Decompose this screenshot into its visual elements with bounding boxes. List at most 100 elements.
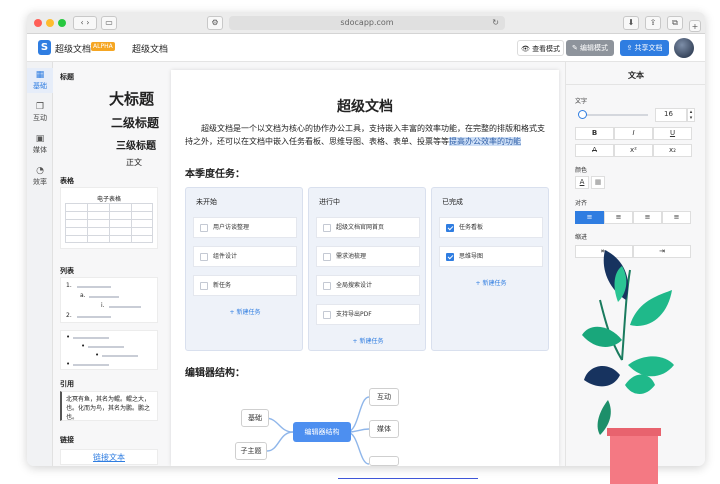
address-bar[interactable]: sdocapp.com ↻ xyxy=(229,16,505,30)
share-icon[interactable]: ⇪ xyxy=(645,16,661,30)
h1-sample[interactable]: 大标题 xyxy=(109,88,154,109)
bullet-list-sample[interactable]: • • • • xyxy=(60,330,158,370)
maximize-window-button[interactable] xyxy=(58,19,66,27)
view-mode-button[interactable]: 👁 查看模式 xyxy=(517,40,564,56)
link-text[interactable]: 链接文本 xyxy=(61,452,157,463)
align-right-icon[interactable]: ≡ xyxy=(633,211,662,224)
link-section-label: 链接 xyxy=(60,436,74,444)
sidebar-toggle-icon[interactable]: ▭ xyxy=(101,16,117,30)
mindmap-node[interactable]: 互动 xyxy=(369,388,399,406)
task-card[interactable]: 超级文档官网首页 xyxy=(316,217,420,238)
highlight-color-icon[interactable]: ▦ xyxy=(591,176,605,189)
download-icon[interactable]: ⬇ xyxy=(623,16,639,30)
strikethrough-button[interactable]: A xyxy=(575,144,614,157)
tabs-icon[interactable]: ⧉ xyxy=(667,16,683,30)
task-card[interactable]: 组件设计 xyxy=(193,246,297,267)
task-card[interactable]: 支持导出PDF xyxy=(316,304,420,325)
h2-sample[interactable]: 二级标题 xyxy=(111,114,159,131)
h3-sample[interactable]: 三级标题 xyxy=(116,137,156,152)
grid-icon: ▦ xyxy=(35,70,45,80)
task-text: 支持导出PDF xyxy=(336,311,372,318)
sidebar-item-efficiency[interactable]: ◔ 效率 xyxy=(27,166,53,187)
task-checkbox-checked[interactable] xyxy=(446,224,454,232)
align-left-icon[interactable]: ≡ xyxy=(575,211,604,224)
avatar[interactable] xyxy=(674,38,694,58)
task-card[interactable]: 全局搜索设计 xyxy=(316,275,420,296)
body-sample[interactable]: 正文 xyxy=(126,157,142,168)
task-card[interactable]: 需求池梳理 xyxy=(316,246,420,267)
font-size-stepper[interactable]: ▴ ▾ xyxy=(687,108,695,122)
column-title: 未开始 xyxy=(196,198,217,206)
intro-paragraph[interactable]: 超级文档是一个以文档为核心的协作办公工具，支持嵌入丰富的效率功能，在完整的排版和… xyxy=(185,122,545,148)
task-card[interactable]: 用户访谈整理 xyxy=(193,217,297,238)
task-checkbox[interactable] xyxy=(323,311,331,319)
mindmap-center-node[interactable]: 编辑器结构 xyxy=(293,422,351,442)
mindmap-node[interactable]: 子主题 xyxy=(235,442,267,460)
mindmap-node[interactable]: 媒体 xyxy=(369,420,399,438)
superscript-button[interactable]: x² xyxy=(614,144,653,157)
share-doc-button[interactable]: ⇪ 共享文档 xyxy=(620,40,669,56)
text-color-icon[interactable]: A xyxy=(575,176,589,189)
underline-button[interactable]: U xyxy=(653,127,692,140)
task-card[interactable]: 新任务 xyxy=(193,275,297,296)
sidebar-item-label: 基础 xyxy=(33,82,47,90)
quote-sample[interactable]: 北冥有鱼，其名为鲲。鲲之大，也。化而为鸟，其名为鹏。鹏之也。 xyxy=(60,391,158,421)
mindmap-connectors xyxy=(264,396,370,465)
reload-icon[interactable]: ↻ xyxy=(492,16,499,30)
subscript-button[interactable]: x₂ xyxy=(653,144,692,157)
font-size-slider[interactable] xyxy=(580,114,648,116)
task-checkbox[interactable] xyxy=(323,282,331,290)
panel-title: 文本 xyxy=(628,71,644,80)
plant-illustration xyxy=(582,250,674,484)
app-name: 超级文档 xyxy=(55,45,92,55)
mindmap-node[interactable]: 基础 xyxy=(241,409,269,427)
task-card[interactable]: 任务看板 xyxy=(439,217,543,238)
task-text: 组件设计 xyxy=(213,253,238,260)
back-forward-buttons[interactable]: ‹ › xyxy=(73,16,97,30)
url-text: sdocapp.com xyxy=(340,18,394,27)
task-checkbox-checked[interactable] xyxy=(446,253,454,261)
category-sidebar: ▦ 基础 ❐ 互动 ▣ 媒体 ◔ 效率 xyxy=(27,62,53,466)
slider-handle[interactable] xyxy=(578,110,587,119)
edit-mode-button[interactable]: ✎ 编辑模式 xyxy=(566,40,614,56)
task-checkbox[interactable] xyxy=(200,282,208,290)
task-checkbox[interactable] xyxy=(323,253,331,261)
align-center-icon[interactable]: ≡ xyxy=(604,211,633,224)
add-task-button[interactable]: + 新建任务 xyxy=(432,278,550,287)
document-title[interactable]: 超级文档 xyxy=(171,96,559,116)
task-text: 任务看板 xyxy=(459,224,484,231)
task-checkbox[interactable] xyxy=(200,224,208,232)
sidebar-item-interaction[interactable]: ❐ 互动 xyxy=(27,102,53,123)
kanban-column-done: 已完成 任务看板 思维导图 + 新建任务 xyxy=(431,187,549,351)
task-checkbox[interactable] xyxy=(323,224,331,232)
ordered-list-sample[interactable]: 1. a. i. 2. xyxy=(60,277,158,323)
spreadsheet-sample[interactable]: 电子表格 xyxy=(60,187,158,249)
document-canvas[interactable]: 超级文档 超级文档是一个以文档为核心的协作办公工具，支持嵌入丰富的效率功能，在完… xyxy=(171,70,559,466)
browser-toolbar: ‹ › ▭ ⚙ sdocapp.com ↻ ⬇ ⇪ ⧉ + xyxy=(27,12,705,34)
task-checkbox[interactable] xyxy=(200,253,208,261)
column-title: 已完成 xyxy=(442,198,463,206)
italic-button[interactable]: I xyxy=(614,127,653,140)
font-size-input[interactable]: 16 xyxy=(655,108,687,122)
settings-icon[interactable]: ⚙ xyxy=(207,16,223,30)
task-text: 超级文档官网首页 xyxy=(336,224,385,231)
task-text: 思维导图 xyxy=(459,253,484,260)
list-marker: i. xyxy=(101,302,105,309)
sidebar-item-media[interactable]: ▣ 媒体 xyxy=(27,134,53,155)
align-section-label: 对齐 xyxy=(575,200,588,207)
align-justify-icon[interactable]: ≡ xyxy=(662,211,691,224)
mindmap-heading[interactable]: 编辑器结构： xyxy=(185,364,245,379)
bold-button[interactable]: B xyxy=(575,127,614,140)
kanban-heading[interactable]: 本季度任务： xyxy=(185,165,245,180)
link-sample[interactable]: 链接文本 xyxy=(60,449,158,465)
sidebar-item-basic[interactable]: ▦ 基础 xyxy=(27,68,53,93)
mindmap-node-partial[interactable] xyxy=(369,456,399,466)
app-header: S 超级文档 ALPHA 超级文档 👁 查看模式 ✎ 编辑模式 ⇪ 共享文档 xyxy=(27,34,705,62)
interaction-icon: ❐ xyxy=(35,102,45,112)
close-window-button[interactable] xyxy=(34,19,42,27)
minimize-window-button[interactable] xyxy=(46,19,54,27)
add-task-button[interactable]: + 新建任务 xyxy=(186,307,304,316)
task-card[interactable]: 思维导图 xyxy=(439,246,543,267)
add-task-button[interactable]: + 新建任务 xyxy=(309,336,427,345)
new-tab-icon[interactable]: + xyxy=(689,20,701,32)
